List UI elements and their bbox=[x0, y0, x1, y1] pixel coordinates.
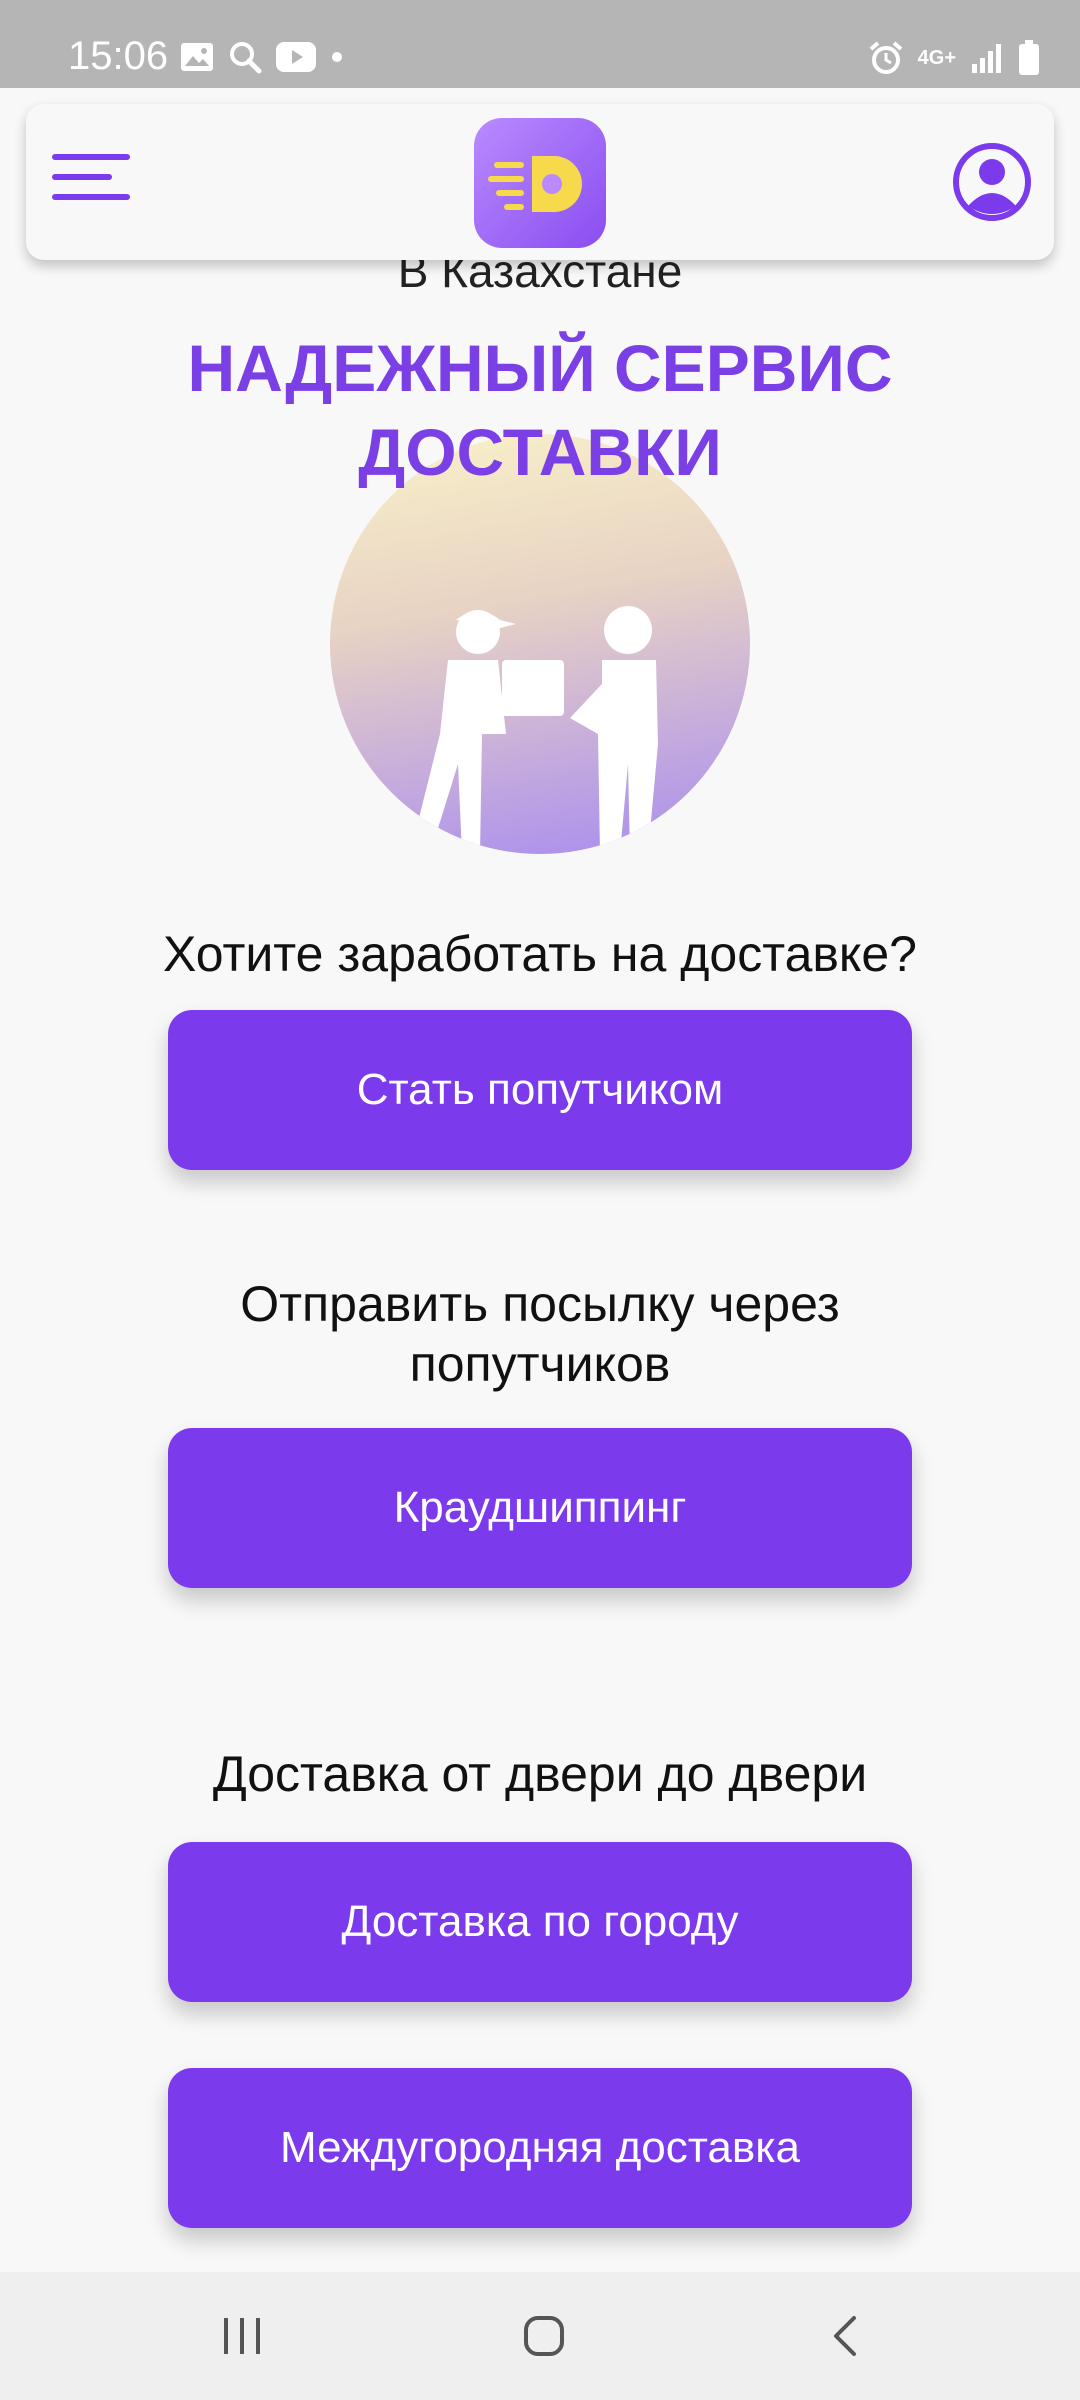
dot-icon bbox=[332, 52, 342, 62]
hero-illustration bbox=[330, 434, 750, 854]
user-avatar-icon[interactable] bbox=[952, 142, 1032, 222]
title-line-2: ДОСТАВКИ bbox=[358, 415, 722, 489]
image-icon bbox=[181, 43, 213, 71]
app-header bbox=[26, 104, 1054, 260]
home-icon bbox=[524, 2316, 564, 2356]
delivery-handoff-illustration bbox=[410, 606, 658, 854]
back-icon bbox=[834, 2316, 856, 2356]
intercity-delivery-button[interactable]: Междугородняя доставка bbox=[168, 2068, 912, 2228]
home-button[interactable] bbox=[484, 2272, 604, 2400]
recents-button[interactable] bbox=[182, 2272, 302, 2400]
youtube-icon bbox=[276, 42, 316, 72]
send-heading-line-1: Отправить посылку через bbox=[240, 1276, 840, 1332]
door-heading: Доставка от двери до двери bbox=[212, 1746, 868, 1802]
earn-heading: Хотите заработать на доставке? bbox=[162, 926, 917, 982]
system-nav-bar bbox=[0, 2272, 1080, 2400]
battery-icon bbox=[1019, 40, 1039, 75]
title-line-1: НАДЕЖНЫЙ СЕРВИС bbox=[187, 331, 893, 405]
status-time: 15:06 bbox=[68, 34, 169, 78]
status-left-icons bbox=[180, 40, 344, 74]
menu-icon[interactable] bbox=[50, 152, 134, 212]
status-right-icons: 4G+ bbox=[868, 40, 1040, 76]
send-heading-line-2: попутчиков bbox=[409, 1336, 671, 1392]
crowdshipping-button[interactable]: Краудшиппинг bbox=[168, 1428, 912, 1588]
page-title: НАДЕЖНЫЙ СЕРВИС ДОСТАВКИ bbox=[0, 326, 1080, 494]
become-companion-button[interactable]: Стать попутчиком bbox=[168, 1010, 912, 1170]
network-type-label: 4G+ bbox=[917, 47, 956, 69]
alarm-icon bbox=[869, 41, 902, 74]
signal-icon bbox=[972, 44, 1001, 73]
recents-icon bbox=[224, 2318, 260, 2354]
logo-mark-icon bbox=[488, 156, 582, 212]
send-heading: Отправить посылку через попутчиков bbox=[0, 1274, 1080, 1394]
city-delivery-button[interactable]: Доставка по городу bbox=[168, 1842, 912, 2002]
back-button[interactable] bbox=[786, 2272, 906, 2400]
app-logo[interactable] bbox=[474, 118, 606, 248]
status-bar: 15:06 4G+ bbox=[0, 0, 1080, 88]
search-icon bbox=[230, 42, 262, 74]
